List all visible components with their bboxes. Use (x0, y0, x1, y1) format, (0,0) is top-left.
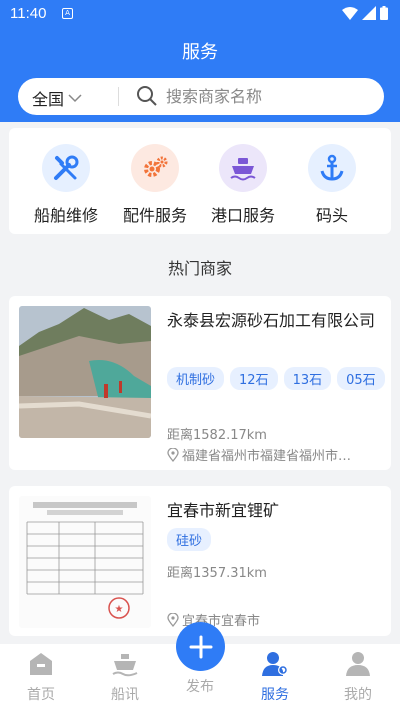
tab-publish-label[interactable]: 发布 (170, 676, 230, 696)
merchant-distance: 距离1582.17km (167, 428, 267, 443)
signal-icon (362, 6, 376, 20)
tab-label: 船讯 (111, 687, 139, 703)
gears-icon (131, 144, 179, 192)
sim-icon: A (62, 8, 73, 19)
search-bar: 全国 (18, 78, 384, 115)
wrench-screwdriver-icon (42, 144, 90, 192)
category-ship-repair[interactable]: 船舶维修 (21, 144, 111, 226)
search-icon (137, 86, 157, 106)
tab-profile[interactable]: 我的 (328, 650, 388, 704)
address-text: 福建省福州市福建省福州市… (182, 449, 352, 464)
location-pin-icon (167, 447, 179, 462)
header-bar: 11:40 A 服务 全国 (0, 0, 400, 122)
battery-icon (380, 6, 388, 20)
category-panel: 船舶维修 配件服务 港口服务 码头 (9, 128, 391, 234)
tag-list: 机制砂 12石 13石 05石 (167, 367, 387, 390)
category-label: 船舶维修 (33, 206, 98, 225)
tab-label: 我的 (344, 687, 372, 703)
tag: 05石 (337, 367, 385, 390)
chevron-down-icon (68, 94, 82, 103)
merchant-card[interactable]: ★ 宜春市新宜锂矿 硅砂 距离1357.31km 宜春市宜春市 (9, 486, 391, 636)
tab-home[interactable]: 首页 (11, 650, 71, 704)
category-label: 港口服务 (210, 206, 275, 225)
page-title: 服务 (182, 42, 218, 63)
tag: 12石 (230, 367, 278, 390)
search-input[interactable] (166, 84, 366, 108)
tag: 机制砂 (167, 367, 225, 390)
merchant-card[interactable]: 永泰县宏源砂石加工有限公司 机制砂 12石 13石 05石 距离1582.17k… (9, 296, 391, 470)
svg-text:★: ★ (115, 604, 124, 615)
wifi-icon (342, 6, 358, 20)
category-label: 配件服务 (122, 206, 187, 225)
tab-ship-news[interactable]: 船讯 (95, 650, 155, 704)
tag: 硅砂 (167, 528, 212, 551)
home-icon (30, 653, 52, 675)
publish-button[interactable] (176, 622, 225, 671)
ship-news-icon (112, 654, 138, 677)
ship-icon (219, 144, 267, 192)
category-port-service[interactable]: 港口服务 (198, 144, 288, 226)
merchant-photo: ★ (19, 496, 151, 628)
status-bar: 11:40 A (0, 0, 400, 28)
category-label: 码头 (315, 206, 348, 225)
tab-label: 首页 (27, 687, 55, 703)
region-selector[interactable]: 全国 (32, 86, 83, 110)
divider (118, 87, 119, 106)
category-parts-service[interactable]: 配件服务 (110, 144, 200, 226)
merchant-name: 宜春市新宜锂矿 (167, 501, 280, 520)
tag-list: 硅砂 (167, 528, 387, 551)
service-user-icon (262, 652, 288, 676)
plus-icon (189, 635, 212, 658)
merchant-name: 永泰县宏源砂石加工有限公司 (167, 311, 376, 330)
anchor-icon (308, 144, 356, 192)
merchant-distance: 距离1357.31km (167, 566, 267, 581)
location-pin-icon (167, 612, 179, 627)
tag: 13石 (283, 367, 332, 390)
tab-service[interactable]: 服务 (245, 650, 305, 704)
section-title: 热门商家 (167, 259, 232, 278)
region-label: 全国 (32, 90, 65, 109)
category-dock[interactable]: 码头 (287, 144, 377, 226)
merchant-photo (19, 306, 151, 438)
profile-icon (346, 652, 370, 676)
tab-label: 服务 (261, 687, 289, 703)
merchant-address: 福建省福州市福建省福州市… (167, 445, 382, 464)
status-time: 11:40 (10, 5, 47, 22)
